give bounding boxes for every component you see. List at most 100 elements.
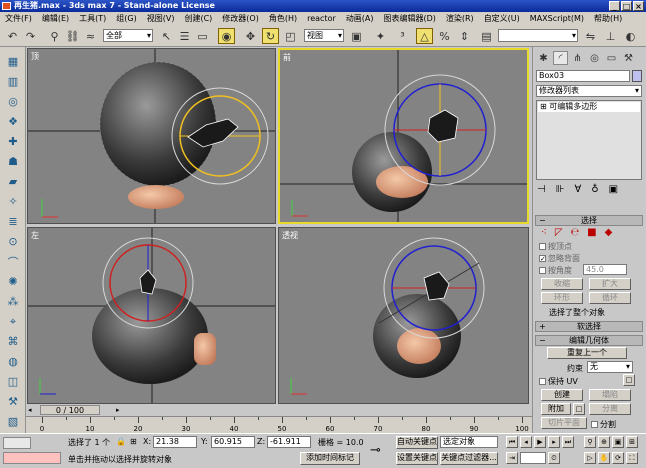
hierarchy-tab-icon[interactable]: ⋔	[570, 51, 585, 65]
modifier-icon[interactable]: ⌖	[4, 313, 22, 330]
menu-views[interactable]: 视图(V)	[142, 13, 180, 24]
selection-filter-dropdown[interactable]: 全部	[103, 29, 153, 42]
object-color-swatch[interactable]	[632, 70, 642, 82]
collapse-button[interactable]: 塌陷	[589, 389, 631, 401]
minimize-button[interactable]: _	[609, 1, 620, 11]
auto-key-button[interactable]: 自动关键点	[396, 436, 438, 449]
detach-button[interactable]: 分离	[589, 403, 631, 415]
preserve-uv-checkbox[interactable]: 保持 UV	[539, 376, 578, 387]
viewport-label-top[interactable]: 顶	[31, 51, 39, 62]
redo-icon[interactable]: ↷	[22, 28, 39, 44]
menu-animation[interactable]: 动画(A)	[341, 13, 379, 24]
percent-snap-icon[interactable]: %	[436, 28, 453, 44]
constraints-dropdown[interactable]: 无 ▾	[587, 361, 633, 373]
prev-frame-icon[interactable]: ◂	[520, 436, 532, 448]
select-rotate-icon[interactable]: ↻	[262, 28, 279, 44]
select-by-name-icon[interactable]: ☰	[176, 28, 193, 44]
display-tab-icon[interactable]: ▭	[604, 51, 619, 65]
modifier-list-dropdown[interactable]: 修改器列表 ▾	[536, 85, 642, 97]
select-object-icon[interactable]: ↖	[158, 28, 175, 44]
ref-coord-dropdown[interactable]: 视图	[304, 29, 344, 42]
show-end-result-icon[interactable]: ⊪	[556, 184, 565, 195]
edit-geometry-rollout-header[interactable]: − 编辑几何体	[535, 335, 643, 346]
select-scale-icon[interactable]: ◰	[282, 28, 299, 44]
element-icon[interactable]: ◆	[605, 227, 613, 238]
align-icon[interactable]: ⊥	[602, 28, 619, 44]
y-coordinate-field[interactable]: 60.915	[211, 436, 255, 448]
angle-spinner[interactable]: 45.0	[583, 264, 627, 275]
spacewarp-icon[interactable]: ✺	[4, 273, 22, 290]
viewport-perspective[interactable]: 透视	[278, 227, 529, 404]
attach-button[interactable]: 附加	[541, 403, 571, 415]
modify-tab-icon[interactable]: ◜	[553, 51, 568, 65]
menu-edit[interactable]: 编辑(E)	[37, 13, 74, 24]
zoom-extents-icon[interactable]: ▣	[612, 436, 624, 448]
motion-tab-icon[interactable]: ◎	[587, 51, 602, 65]
field-of-view-icon[interactable]: ▷	[584, 452, 596, 464]
by-angle-checkbox[interactable]: 按角度	[539, 265, 572, 276]
viewport-left[interactable]: 左	[27, 227, 276, 404]
viewport-front[interactable]: 前	[278, 48, 529, 224]
named-selection-sets-dropdown[interactable]	[498, 29, 578, 42]
utilities-tab-icon[interactable]: ⚒	[621, 51, 636, 65]
time-config-icon[interactable]: ⏲	[548, 452, 560, 464]
close-button[interactable]: ×	[633, 1, 644, 11]
bind-spacewarp-icon[interactable]: ≈	[82, 28, 99, 44]
curve-editor-icon[interactable]: ◎	[4, 93, 22, 110]
pin-stack-icon[interactable]: ⊣	[537, 184, 546, 195]
by-vertex-checkbox[interactable]: 按顶点	[539, 241, 572, 252]
reactor-icon[interactable]: ✚	[4, 133, 22, 150]
undo-icon[interactable]: ↶	[4, 28, 21, 44]
rect-selection-icon[interactable]: ▭	[194, 28, 211, 44]
menu-group[interactable]: 组(G)	[111, 13, 141, 24]
render-icon[interactable]: ▧	[4, 413, 22, 430]
menu-help[interactable]: 帮助(H)	[589, 13, 627, 24]
maximize-viewport-icon[interactable]: ⛶	[626, 452, 638, 464]
pivot-center-icon[interactable]: ▣	[348, 28, 365, 44]
motion-icon[interactable]: ◍	[4, 353, 22, 370]
preserve-uv-settings-button[interactable]: □	[623, 374, 635, 386]
track-bar[interactable]: 0 10 20 30 40 50 60 70 80 90 100	[26, 416, 532, 433]
material-editor-icon[interactable]: ◐	[622, 28, 639, 44]
configure-sets-icon[interactable]: ▣	[609, 184, 618, 195]
attach-list-button[interactable]: □	[573, 403, 585, 415]
create-box-icon[interactable]: ▦	[4, 53, 22, 70]
time-slider[interactable]: 0 / 100	[40, 405, 100, 415]
split-checkbox[interactable]: 分割	[591, 419, 616, 430]
camera-icon[interactable]: ▰	[4, 173, 22, 190]
next-frame-icon[interactable]: ▸	[548, 436, 560, 448]
viewport-label-persp[interactable]: 透视	[282, 230, 298, 241]
menu-graph-editors[interactable]: 图表编辑器(D)	[378, 13, 440, 24]
select-move-icon[interactable]: ✥	[242, 28, 259, 44]
polygon-icon[interactable]: ■	[587, 227, 596, 238]
maxscript-listener-mini[interactable]	[3, 437, 31, 449]
set-key-button[interactable]: 设置关键点	[396, 452, 438, 465]
make-unique-icon[interactable]: ∀	[574, 184, 581, 195]
viewport-label-front[interactable]: 前	[283, 52, 291, 63]
menu-file[interactable]: 文件(F)	[0, 13, 37, 24]
selection-rollout-header[interactable]: − 选择	[535, 215, 643, 226]
vertex-icon[interactable]: ⁖	[541, 227, 547, 238]
selected-object-dropdown[interactable]: 选定对象	[440, 436, 498, 448]
angle-snap-icon[interactable]: △	[416, 28, 433, 44]
pan-icon[interactable]: ✋	[598, 452, 610, 464]
display-icon[interactable]: ◫	[4, 373, 22, 390]
spinner-snap-icon[interactable]: ⇕	[456, 28, 473, 44]
edge-icon[interactable]: ◸	[555, 227, 563, 238]
goto-end-icon[interactable]: ⏭	[562, 436, 574, 448]
time-prev-arrow-icon[interactable]: ◂	[28, 406, 38, 415]
ring-button[interactable]: 环形	[541, 292, 583, 304]
stack-expand-icon[interactable]: ⊞	[540, 102, 547, 111]
loop-button[interactable]: 循环	[589, 292, 631, 304]
menu-tools[interactable]: 工具(T)	[74, 13, 111, 24]
ignore-backfacing-checkbox[interactable]: ✓ 忽略背面	[539, 253, 580, 264]
viewport-label-left[interactable]: 左	[31, 230, 39, 241]
key-mode-icon[interactable]: ⇥	[506, 452, 518, 464]
lock-selection-icon[interactable]: 🔒	[116, 437, 126, 446]
object-name-field[interactable]: Box03	[536, 70, 630, 82]
time-next-arrow-icon[interactable]: ▸	[116, 406, 126, 415]
slice-plane-button[interactable]: 切片平面	[541, 417, 587, 429]
schematic-icon[interactable]: ❖	[4, 113, 22, 130]
grow-button[interactable]: 扩大	[589, 278, 631, 290]
remove-modifier-icon[interactable]: ♁	[591, 184, 598, 195]
